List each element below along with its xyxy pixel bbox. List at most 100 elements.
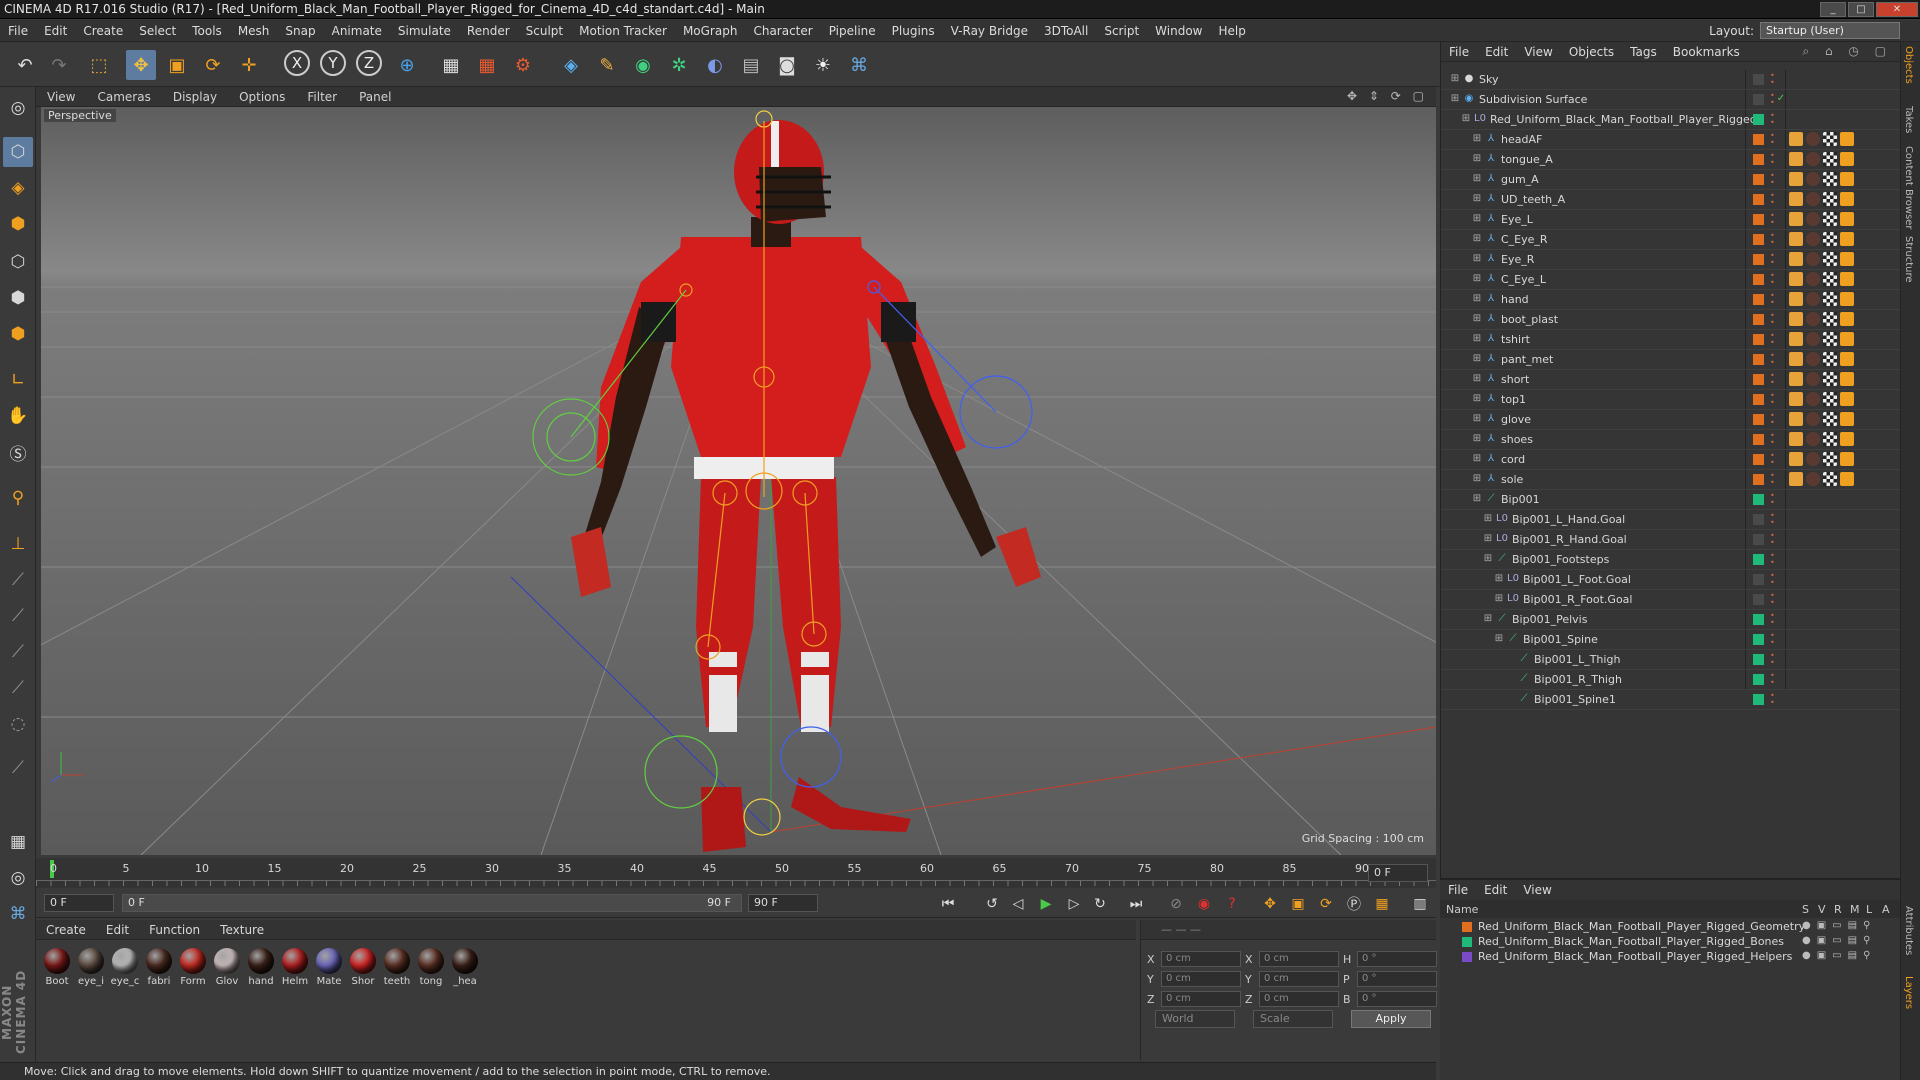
menu-item-select[interactable]: Select [131,24,184,38]
magnet-icon[interactable]: Ⓢ [3,437,33,467]
object-row[interactable]: ⊞ ⅄ top1 • • [1441,390,1901,410]
visibility-dots-icon[interactable]: • • [1770,472,1776,487]
light-icon[interactable]: ☀ [808,50,838,80]
object-row[interactable]: ⊞ L0 Bip001_L_Hand.Goal • • [1441,510,1901,530]
coordinate-value-field[interactable]: 0 cm [1259,971,1339,987]
texture-tag-icon[interactable] [1823,172,1837,186]
visibility-dots-icon[interactable]: • • [1770,572,1776,587]
expand-toggle-icon[interactable]: ⊞ [1471,473,1483,485]
texture-tag-icon[interactable] [1823,192,1837,206]
phong-tag-icon[interactable] [1789,372,1803,386]
phong-tag-icon[interactable] [1789,232,1803,246]
material-swatch[interactable]: eye_i [76,948,106,987]
layer-color-swatch[interactable] [1753,374,1764,385]
weight-tag-icon[interactable] [1840,312,1854,326]
right-tab-structure[interactable]: Structure [1903,236,1914,283]
object-name[interactable]: tshirt [1501,333,1530,346]
layer-color-swatch[interactable] [1753,134,1764,145]
object-name[interactable]: Eye_R [1501,253,1534,266]
twist-icon[interactable]: ◎ [3,863,33,893]
layer-color-swatch[interactable] [1753,234,1764,245]
material-tag-icon[interactable] [1806,372,1820,386]
material-menu-edit[interactable]: Edit [96,923,139,937]
object-name[interactable]: Bip001_R_Thigh [1534,673,1622,686]
menu-item-help[interactable]: Help [1210,24,1253,38]
weight-tag-icon[interactable] [1840,292,1854,306]
python-icon[interactable]: ⌘ [3,899,33,929]
menu-item-snap[interactable]: Snap [277,24,323,38]
floor-icon[interactable]: ▤ [736,50,766,80]
weight-tag-icon[interactable] [1840,272,1854,286]
weight-tag-icon[interactable] [1840,412,1854,426]
visibility-dots-icon[interactable]: • • [1770,532,1776,547]
weight-tag-icon[interactable] [1840,432,1854,446]
weight-tag-icon[interactable] [1840,472,1854,486]
expand-toggle-icon[interactable]: ⊞ [1493,573,1505,585]
layer-color-swatch[interactable] [1753,94,1764,105]
weight-tag-icon[interactable] [1840,172,1854,186]
layer-color-swatch[interactable] [1753,394,1764,405]
menu-item-animate[interactable]: Animate [324,24,390,38]
object-menu-objects[interactable]: Objects [1561,45,1622,59]
layer-color-swatch[interactable] [1753,194,1764,205]
object-row[interactable]: ⊞ ⅄ gum_A • • [1441,170,1901,190]
object-name[interactable]: sole [1501,473,1523,486]
layer-name[interactable]: Red_Uniform_Black_Man_Football_Player_Ri… [1478,950,1792,963]
menu-item-window[interactable]: Window [1147,24,1210,38]
coordinate-value-field[interactable]: 0 ° [1357,971,1437,987]
layer-row[interactable]: Red_Uniform_Black_Man_Football_Player_Ri… [1440,935,1900,950]
layer-color-swatch[interactable] [1753,654,1764,665]
menu-item-render[interactable]: Render [459,24,518,38]
undo-icon[interactable]: ↶ [10,50,40,80]
go-to-end-icon[interactable]: ⏭ [1124,892,1148,916]
expand-toggle-icon[interactable]: ⊞ [1471,393,1483,405]
object-name[interactable]: UD_teeth_A [1501,193,1565,206]
nurbs-icon[interactable]: ◉ [628,50,658,80]
expand-toggle-icon[interactable]: ⊞ [1482,613,1494,625]
texture-tag-icon[interactable] [1823,252,1837,266]
visibility-dots-icon[interactable]: • • [1770,132,1776,147]
layer-color-swatch[interactable] [1753,74,1764,85]
layer-color-swatch[interactable] [1753,334,1764,345]
texture-tag-icon[interactable] [1823,432,1837,446]
visibility-dots-icon[interactable]: • • [1770,412,1776,427]
visibility-dots-icon[interactable]: • • [1770,672,1776,687]
coordinate-value-field[interactable]: 0 cm [1161,971,1241,987]
expand-toggle-icon[interactable]: ⊞ [1471,173,1483,185]
expand-toggle-icon[interactable]: ⊞ [1482,553,1494,565]
render-view-icon[interactable]: ▦ [436,50,466,80]
layer-row[interactable]: Red_Uniform_Black_Man_Football_Player_Ri… [1440,950,1900,965]
layer-color-swatch[interactable] [1753,254,1764,265]
texture-tag-icon[interactable] [1823,212,1837,226]
move-icon[interactable]: ✥ [126,50,156,80]
layer-toggle-icons[interactable]: ●▣▭▤⚲ [1802,950,1876,961]
material-tag-icon[interactable] [1806,152,1820,166]
coordinate-value-field[interactable]: 0 cm [1161,991,1241,1007]
viewport-menu-filter[interactable]: Filter [296,90,348,104]
visibility-dots-icon[interactable]: • • [1770,292,1776,307]
redo-icon[interactable]: ↷ [44,50,74,80]
check-icon[interactable]: ✓ [1775,93,1787,105]
object-name[interactable]: headAF [1501,133,1542,146]
play-icon[interactable]: ▶ [1034,892,1058,916]
menu-item-mesh[interactable]: Mesh [230,24,278,38]
object-name[interactable]: tongue_A [1501,153,1553,166]
deformer-icon[interactable]: ◐ [700,50,730,80]
layer-menu-file[interactable]: File [1440,883,1476,897]
expand-toggle-icon[interactable]: ⊞ [1471,413,1483,425]
texture-tag-icon[interactable] [1823,292,1837,306]
phong-tag-icon[interactable] [1789,292,1803,306]
expand-toggle-icon[interactable]: ⊞ [1471,293,1483,305]
object-menu-view[interactable]: View [1516,45,1560,59]
object-row[interactable]: ⊞ ⅄ Eye_R • • [1441,250,1901,270]
object-row[interactable]: ⊞ ⟋ Bip001_Footsteps • • [1441,550,1901,570]
coordinate-value-field[interactable]: 0 cm [1259,991,1339,1007]
object-row[interactable]: ⊞ ⟋ Bip001_Spine • • [1441,630,1901,650]
material-tag-icon[interactable] [1806,252,1820,266]
expand-toggle-icon[interactable] [1504,673,1516,685]
render-settings-icon[interactable]: ⚙ [508,50,538,80]
object-row[interactable]: ⊞ L0 Bip001_R_Foot.Goal • • [1441,590,1901,610]
viewport[interactable]: Perspective Grid Spacing : 100 cm [41,107,1436,855]
weight-tag-icon[interactable] [1840,252,1854,266]
phong-tag-icon[interactable] [1789,312,1803,326]
